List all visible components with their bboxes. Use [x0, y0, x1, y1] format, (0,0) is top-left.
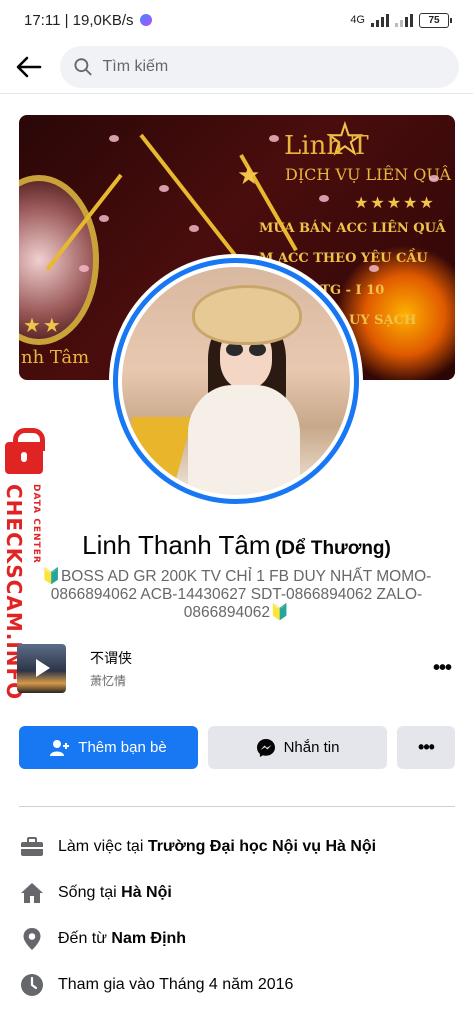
profile-picture[interactable]: [109, 254, 363, 508]
profile-actions: Thêm bạn bè Nhắn tin •••: [19, 726, 455, 769]
clock-icon: [19, 972, 45, 998]
status-time: 17:11 | 19,0KB/s: [24, 11, 134, 29]
music-title: 不谓侠: [90, 649, 132, 666]
detail-from-prefix: Đến từ: [58, 930, 112, 947]
message-label: Nhắn tin: [283, 739, 340, 756]
back-button[interactable]: [14, 52, 44, 82]
detail-lives-value[interactable]: Hà Nội: [121, 884, 172, 902]
avatar-bg-object: [122, 417, 193, 495]
profile-name: Linh Thanh Tâm (Dể Thương): [0, 530, 473, 561]
cover-petal: [109, 135, 119, 142]
avatar: [122, 267, 350, 495]
cover-name: nh Tâm: [21, 347, 90, 368]
add-friend-label: Thêm bạn bè: [78, 739, 167, 756]
top-header: [0, 40, 473, 94]
section-divider: [19, 806, 455, 807]
profile-name-main: Linh Thanh Tâm: [82, 530, 271, 560]
back-arrow-icon: [16, 56, 42, 77]
avatar-body: [188, 385, 300, 495]
music-artist: 萧忆情: [90, 673, 127, 688]
cover-petal: [79, 265, 89, 272]
cover-petal: [429, 175, 439, 182]
detail-from-value[interactable]: Nam Định: [111, 930, 186, 948]
home-icon: [19, 880, 45, 906]
play-icon: [36, 659, 50, 677]
cover-stars-left: ★★: [23, 315, 63, 337]
music-info: 不谓侠 萧忆情: [90, 648, 132, 689]
cover-gold-line: [139, 133, 242, 263]
detail-work-value[interactable]: Trường Đại học Nội vụ Hà Nội: [148, 838, 376, 856]
battery-icon: 75: [419, 12, 452, 28]
status-right: 4G 75: [350, 12, 452, 28]
messenger-icon: [256, 738, 275, 757]
detail-joined-text: Tham gia vào Tháng 4 năm 2016: [58, 976, 294, 993]
cover-subtitle: DỊCH VỤ LIÊN QUÂ: [285, 165, 451, 184]
music-more-button[interactable]: •••: [427, 657, 457, 680]
profile-bio: 🔰BOSS AD GR 200K TV CHỈ 1 FB DUY NHẤT MO…: [41, 568, 432, 621]
more-actions-button[interactable]: •••: [397, 726, 455, 769]
briefcase-icon: [19, 834, 45, 860]
signal-icon-2: [395, 13, 413, 27]
cover-petal: [319, 195, 329, 202]
add-friend-button[interactable]: Thêm bạn bè: [19, 726, 198, 769]
music-thumbnail[interactable]: [17, 643, 66, 693]
profile-name-alternate: (Dể Thương): [274, 538, 391, 559]
cover-petal: [159, 185, 169, 192]
network-type: 4G: [350, 14, 365, 26]
cover-petal: [269, 135, 279, 142]
battery-level: 75: [428, 14, 440, 26]
detail-work-prefix: Làm việc tại: [58, 838, 148, 855]
location-pin-icon: [19, 926, 45, 952]
search-icon: [74, 57, 92, 75]
cover-petal: [369, 265, 379, 272]
add-friend-icon: [50, 739, 70, 756]
cover-petal: [99, 215, 109, 222]
detail-lives: Sống tại Hà Nội: [19, 870, 455, 916]
story-ring: [113, 258, 359, 504]
detail-joined: Tham gia vào Tháng 4 năm 2016: [19, 962, 455, 1008]
search-input[interactable]: [102, 57, 445, 76]
search-bar[interactable]: [60, 45, 459, 88]
avatar-hat: [192, 285, 302, 345]
profile-details: Làm việc tại Trường Đại học Nội vụ Hà Nộ…: [19, 824, 455, 1008]
cover-line-1: MUA BÁN ACC LIÊN QUÂ: [259, 221, 446, 236]
signal-icon: [371, 13, 389, 27]
lock-icon: [5, 428, 45, 474]
profile-music[interactable]: 不谓侠 萧忆情 •••: [17, 643, 457, 693]
cover-stars: ★★★★★: [354, 195, 436, 212]
status-left: 17:11 | 19,0KB/s: [24, 12, 152, 29]
cover-line-4: UY SẠCH: [349, 313, 417, 328]
cover-star: ★: [237, 160, 263, 190]
detail-from: Đến từ Nam Định: [19, 916, 455, 962]
cover-title: Linh T: [284, 131, 369, 161]
detail-work: Làm việc tại Trường Đại học Nội vụ Hà Nộ…: [19, 824, 455, 870]
message-button[interactable]: Nhắn tin: [208, 726, 387, 769]
detail-lives-prefix: Sống tại: [58, 884, 122, 901]
messenger-notification-icon: [139, 14, 152, 26]
status-bar: 17:11 | 19,0KB/s 4G 75: [0, 0, 473, 40]
cover-petal: [189, 225, 199, 232]
